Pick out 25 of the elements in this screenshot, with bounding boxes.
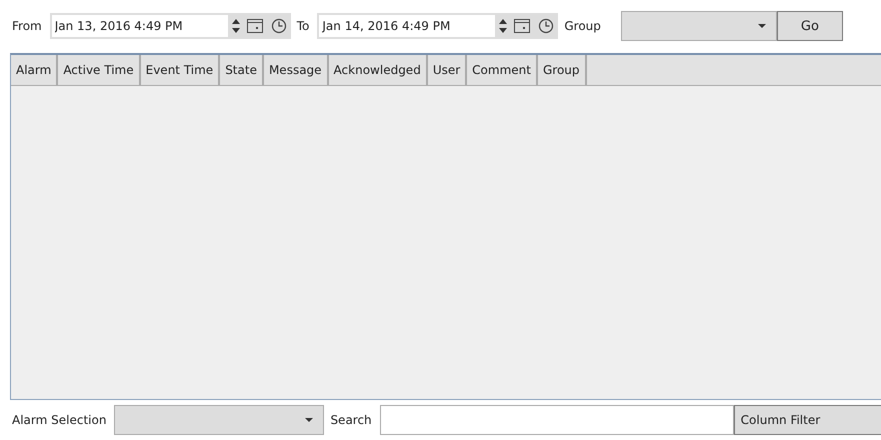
column-header[interactable]: Acknowledged <box>328 55 428 85</box>
from-label: From <box>12 19 42 33</box>
group-label: Group <box>564 19 601 33</box>
column-header[interactable]: Event Time <box>140 55 220 85</box>
calendar-icon[interactable] <box>513 17 532 35</box>
column-filters-button[interactable]: Column Filter <box>734 405 881 435</box>
dropdown-arrow-icon <box>305 418 314 422</box>
clock-icon[interactable] <box>538 18 554 34</box>
calendar-icon[interactable] <box>246 17 264 35</box>
clock-icon[interactable] <box>270 18 287 34</box>
column-header[interactable]: Active Time <box>58 55 141 85</box>
alarm-selection-label: Alarm Selection <box>12 413 106 427</box>
column-header[interactable]: State <box>220 55 264 85</box>
column-header[interactable]: Alarm <box>11 55 58 85</box>
column-header[interactable]: User <box>428 55 468 85</box>
go-button[interactable]: Go <box>776 11 843 41</box>
search-field[interactable] <box>380 405 734 435</box>
column-header[interactable]: Comment <box>467 55 538 85</box>
column-header[interactable]: Group <box>538 55 587 85</box>
column-header[interactable]: Message <box>264 55 329 85</box>
search-label: Search <box>330 413 372 427</box>
dropdown-arrow-icon <box>758 24 766 28</box>
spinner-icon[interactable] <box>230 18 241 34</box>
spinner-icon[interactable] <box>498 18 508 34</box>
to-label: To <box>296 19 310 33</box>
